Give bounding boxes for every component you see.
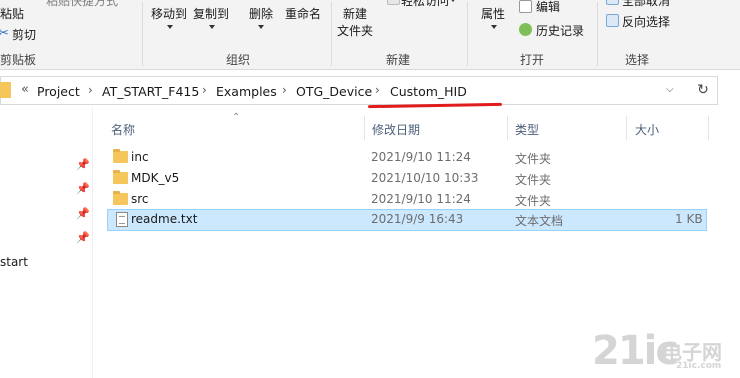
address-dropdown-chevron-icon[interactable]: ⌵ — [666, 84, 674, 95]
file-row-inc[interactable]: inc 2021/9/10 11:24 文件夹 — [107, 147, 707, 169]
scissors-icon: ✂ — [0, 26, 9, 41]
file-name: src — [131, 192, 149, 206]
file-name: MDK_v5 — [131, 171, 180, 185]
history-icon — [519, 23, 532, 36]
file-modified: 2021/10/10 10:33 — [371, 171, 479, 185]
move-to-button[interactable]: 移动到 — [151, 7, 187, 21]
edit-icon — [519, 0, 532, 13]
breadcrumb-examples[interactable]: Examples — [216, 84, 277, 99]
refresh-icon: ↻ — [697, 82, 709, 98]
select-none-icon — [606, 0, 619, 5]
watermark-domain: 21ic.com — [676, 361, 722, 371]
clipboard-group-label: 剪贴板 — [0, 53, 37, 67]
column-divider[interactable] — [626, 116, 627, 140]
paste-button[interactable]: 粘贴 — [0, 7, 24, 21]
breadcrumb-separator-icon: › — [202, 83, 207, 97]
breadcrumb-separator-icon: › — [88, 83, 93, 97]
new-folder-label: 文件夹 — [337, 24, 374, 38]
properties-chevron-icon — [491, 25, 497, 29]
cut-button[interactable]: 剪切 — [12, 28, 36, 42]
sort-ascending-icon: ⌃ — [232, 112, 241, 123]
navigation-pane: 📌 📌 📌 📌 start — [0, 108, 93, 378]
rename-button[interactable]: 重命名 — [285, 7, 321, 21]
address-bar[interactable]: « Project › AT_START_F415 › Examples › O… — [0, 76, 717, 105]
breadcrumb-project[interactable]: Project — [37, 84, 80, 99]
file-type: 文件夹 — [515, 194, 552, 208]
column-divider[interactable] — [507, 116, 508, 140]
delete-chevron-icon — [258, 25, 264, 29]
breadcrumb-separator-icon: › — [282, 83, 287, 97]
easy-access-button[interactable]: 轻松访问 — [401, 0, 449, 8]
file-name: inc — [131, 150, 149, 164]
pin-icon[interactable]: 📌 — [76, 182, 90, 195]
file-row-mdk-v5[interactable]: MDK_v5 2021/10/10 10:33 文件夹 — [107, 168, 707, 190]
breadcrumb-custom-hid[interactable]: Custom_HID — [390, 84, 467, 99]
edit-button[interactable]: 编辑 — [536, 0, 560, 14]
pin-icon[interactable]: 📌 — [76, 158, 90, 171]
column-header-modified[interactable]: 修改日期 — [372, 121, 420, 138]
folder-icon — [0, 82, 11, 98]
copy-to-chevron-icon — [209, 25, 215, 29]
ribbon-divider — [467, 2, 468, 66]
breadcrumb-at-start-f415[interactable]: AT_START_F415 — [102, 84, 199, 99]
file-size: 1 KB — [675, 212, 703, 226]
paste-shortcut-button[interactable]: 粘贴快捷方式 — [46, 0, 118, 8]
overflow-chevron-icon[interactable]: « — [21, 82, 29, 97]
column-header-type[interactable]: 类型 — [515, 121, 539, 138]
easy-access-chevron-icon — [450, 0, 456, 2]
new-folder-button[interactable]: 新建 — [343, 7, 367, 21]
copy-to-button[interactable]: 复制到 — [193, 7, 229, 21]
nav-item-start[interactable]: start — [0, 255, 28, 269]
folder-icon — [113, 149, 128, 163]
column-divider[interactable] — [364, 116, 365, 140]
column-header-size[interactable]: 大小 — [635, 121, 659, 138]
file-name: readme.txt — [131, 212, 198, 226]
invert-selection-icon — [606, 14, 619, 27]
column-header-name[interactable]: 名称 — [111, 121, 135, 138]
move-to-chevron-icon — [167, 25, 173, 29]
column-divider[interactable] — [708, 116, 709, 140]
easy-access-icon — [387, 0, 400, 5]
file-row-readme[interactable]: readme.txt 2021/9/9 16:43 文本文档 1 KB — [107, 209, 707, 231]
file-modified: 2021/9/9 16:43 — [371, 212, 464, 226]
ribbon-divider — [142, 2, 143, 66]
text-file-icon — [116, 212, 128, 227]
organize-group-label: 组织 — [226, 53, 251, 67]
file-row-src[interactable]: src 2021/9/10 11:24 文件夹 — [107, 189, 707, 211]
file-type: 文本文档 — [515, 214, 564, 228]
file-modified: 2021/9/10 11:24 — [371, 150, 471, 164]
folder-icon — [113, 191, 128, 205]
ribbon-divider — [331, 2, 332, 66]
open-group-label: 打开 — [520, 53, 545, 67]
folder-icon — [113, 170, 128, 184]
select-group-label: 选择 — [625, 53, 650, 67]
ribbon-divider — [597, 2, 598, 66]
breadcrumb-separator-icon: › — [375, 83, 380, 97]
file-modified: 2021/9/10 11:24 — [371, 192, 471, 206]
pin-icon[interactable]: 📌 — [76, 231, 90, 244]
refresh-button[interactable]: ↻ — [689, 76, 718, 105]
delete-button[interactable]: 删除 — [249, 7, 273, 21]
new-group-label: 新建 — [386, 53, 411, 67]
file-type: 文件夹 — [515, 173, 552, 187]
properties-button[interactable]: 属性 — [481, 7, 505, 21]
breadcrumb-otg-device[interactable]: OTG_Device — [296, 84, 372, 99]
select-none-button[interactable]: 全部取消 — [622, 0, 670, 8]
history-button[interactable]: 历史记录 — [536, 24, 584, 38]
pin-icon[interactable]: 📌 — [76, 207, 90, 220]
invert-selection-button[interactable]: 反向选择 — [622, 15, 670, 29]
ribbon: 粘贴快捷方式 粘贴 ✂ 剪切 剪贴板 移动到 复制到 删除 重命名 组织 新建 … — [0, 0, 740, 70]
file-type: 文件夹 — [515, 152, 552, 166]
